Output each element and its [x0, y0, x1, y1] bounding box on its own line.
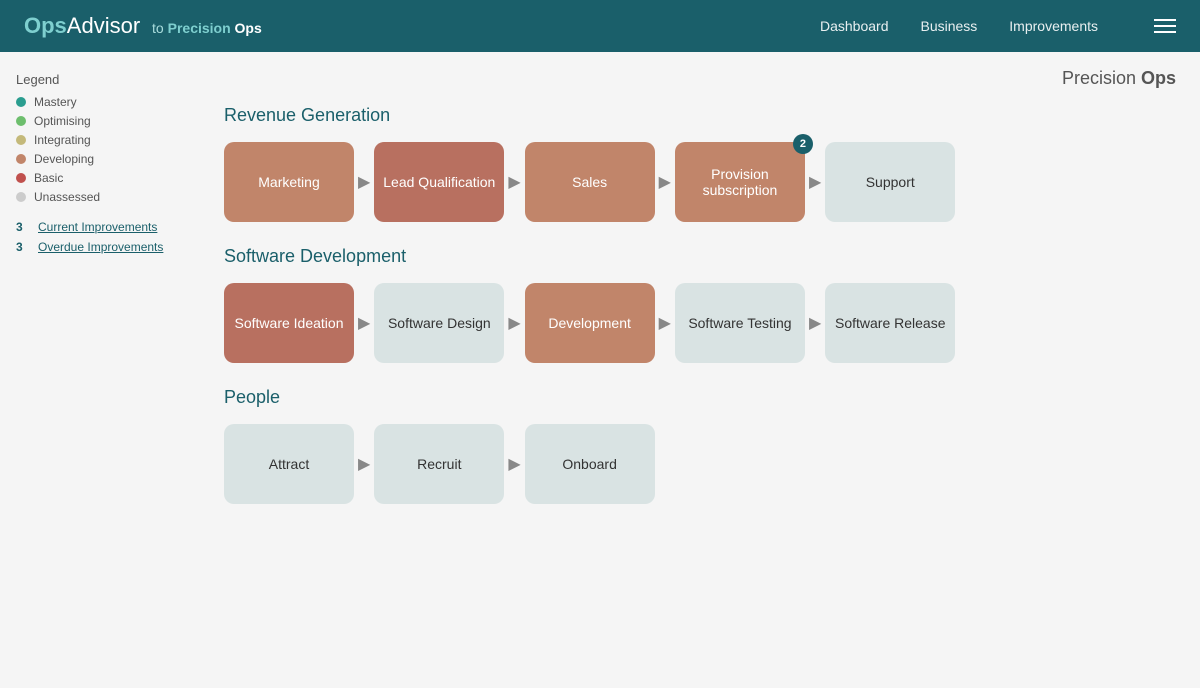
flow-arrow: ▶ — [358, 313, 370, 333]
brand-ops2: Ops — [231, 20, 262, 36]
flow-item: Attract▶ — [224, 424, 374, 504]
legend-label: Optimising — [34, 114, 91, 128]
flow-item: Recruit▶ — [374, 424, 524, 504]
legend-dot — [16, 135, 26, 145]
page-title: Precision Ops — [1062, 68, 1176, 88]
card-provision-subscription[interactable]: Provision subscription2 — [675, 142, 805, 222]
card-lead-qualification[interactable]: Lead Qualification — [374, 142, 504, 222]
sidebar-counters: 3 Current Improvements 3 Overdue Improve… — [16, 220, 184, 254]
sidebar: Legend Mastery Optimising Integrating De… — [0, 52, 200, 688]
card-marketing[interactable]: Marketing — [224, 142, 354, 222]
page-title-row: Precision Ops — [224, 68, 1176, 89]
section-heading-software-development: Software Development — [224, 246, 1176, 267]
legend-item: Optimising — [16, 114, 184, 128]
page-area: Precision Ops Revenue Generation Marketin… — [200, 52, 1200, 688]
legend-label: Integrating — [34, 133, 91, 147]
legend-label: Basic — [34, 171, 63, 185]
counter-badge: 3 — [16, 220, 30, 234]
section-heading-revenue-generation: Revenue Generation — [224, 105, 1176, 126]
counter-label: Overdue Improvements — [38, 240, 163, 254]
card-software-design[interactable]: Software Design — [374, 283, 504, 363]
legend-item: Basic — [16, 171, 184, 185]
card-attract[interactable]: Attract — [224, 424, 354, 504]
counter-badge: 3 — [16, 240, 30, 254]
sidebar-counter-item[interactable]: 3 Current Improvements — [16, 220, 184, 234]
main-content: Legend Mastery Optimising Integrating De… — [0, 52, 1200, 688]
flow-item: Support — [825, 142, 955, 222]
flow-item: Software Testing▶ — [675, 283, 825, 363]
flow-arrow: ▶ — [659, 172, 671, 192]
legend-dot — [16, 192, 26, 202]
flow-item: Lead Qualification▶ — [374, 142, 524, 222]
navbar: Ops Advisor to Precision Ops Dashboard B… — [0, 0, 1200, 52]
nav-improvements[interactable]: Improvements — [1009, 18, 1098, 34]
legend-label: Mastery — [34, 95, 77, 109]
card-software-release[interactable]: Software Release — [825, 283, 955, 363]
legend-item: Developing — [16, 152, 184, 166]
card-recruit[interactable]: Recruit — [374, 424, 504, 504]
flow-arrow: ▶ — [358, 172, 370, 192]
card-software-testing[interactable]: Software Testing — [675, 283, 805, 363]
legend-dot — [16, 97, 26, 107]
flow-arrow: ▶ — [809, 172, 821, 192]
flow-arrow: ▶ — [508, 172, 520, 192]
legend-dot — [16, 173, 26, 183]
section-heading-people: People — [224, 387, 1176, 408]
brand-precision: Precision — [168, 20, 231, 36]
legend-item: Unassessed — [16, 190, 184, 204]
flow-arrow: ▶ — [659, 313, 671, 333]
legend-item: Integrating — [16, 133, 184, 147]
flow-item: Onboard — [525, 424, 655, 504]
brand-advisor: Advisor — [67, 13, 140, 39]
flow-row-software-development: Software Ideation▶Software Design▶Develo… — [224, 283, 1176, 363]
legend-title: Legend — [16, 72, 184, 87]
card-support[interactable]: Support — [825, 142, 955, 222]
legend-dot — [16, 116, 26, 126]
sections-container: Revenue GenerationMarketing▶Lead Qualifi… — [224, 105, 1176, 504]
nav-dashboard[interactable]: Dashboard — [820, 18, 889, 34]
nav-links: Dashboard Business Improvements — [820, 18, 1176, 34]
flow-item: Development▶ — [525, 283, 675, 363]
page-title-bold: Ops — [1141, 68, 1176, 88]
flow-item: Provision subscription2▶ — [675, 142, 825, 222]
card-onboard[interactable]: Onboard — [525, 424, 655, 504]
flow-arrow: ▶ — [809, 313, 821, 333]
legend-item: Mastery — [16, 95, 184, 109]
flow-item: Marketing▶ — [224, 142, 374, 222]
flow-row-people: Attract▶Recruit▶Onboard — [224, 424, 1176, 504]
brand-logo[interactable]: Ops Advisor to Precision Ops — [24, 13, 262, 39]
legend-items: Mastery Optimising Integrating Developin… — [16, 95, 184, 204]
section-software-development: Software DevelopmentSoftware Ideation▶So… — [224, 246, 1176, 363]
flow-item: Software Design▶ — [374, 283, 524, 363]
flow-item: Software Release — [825, 283, 955, 363]
flow-arrow: ▶ — [508, 454, 520, 474]
nav-business[interactable]: Business — [920, 18, 977, 34]
flow-item: Sales▶ — [525, 142, 675, 222]
section-revenue-generation: Revenue GenerationMarketing▶Lead Qualifi… — [224, 105, 1176, 222]
sidebar-counter-item[interactable]: 3 Overdue Improvements — [16, 240, 184, 254]
card-development[interactable]: Development — [525, 283, 655, 363]
flow-row-revenue-generation: Marketing▶Lead Qualification▶Sales▶Provi… — [224, 142, 1176, 222]
section-people: PeopleAttract▶Recruit▶Onboard — [224, 387, 1176, 504]
hamburger-menu[interactable] — [1154, 19, 1176, 33]
card-software-ideation[interactable]: Software Ideation — [224, 283, 354, 363]
card-sales[interactable]: Sales — [525, 142, 655, 222]
counter-label: Current Improvements — [38, 220, 157, 234]
flow-arrow: ▶ — [508, 313, 520, 333]
brand-ops: Ops — [24, 13, 67, 39]
brand-to: to — [148, 20, 167, 36]
legend-dot — [16, 154, 26, 164]
badge: 2 — [793, 134, 813, 154]
flow-item: Software Ideation▶ — [224, 283, 374, 363]
flow-arrow: ▶ — [358, 454, 370, 474]
legend-label: Developing — [34, 152, 94, 166]
legend-label: Unassessed — [34, 190, 100, 204]
